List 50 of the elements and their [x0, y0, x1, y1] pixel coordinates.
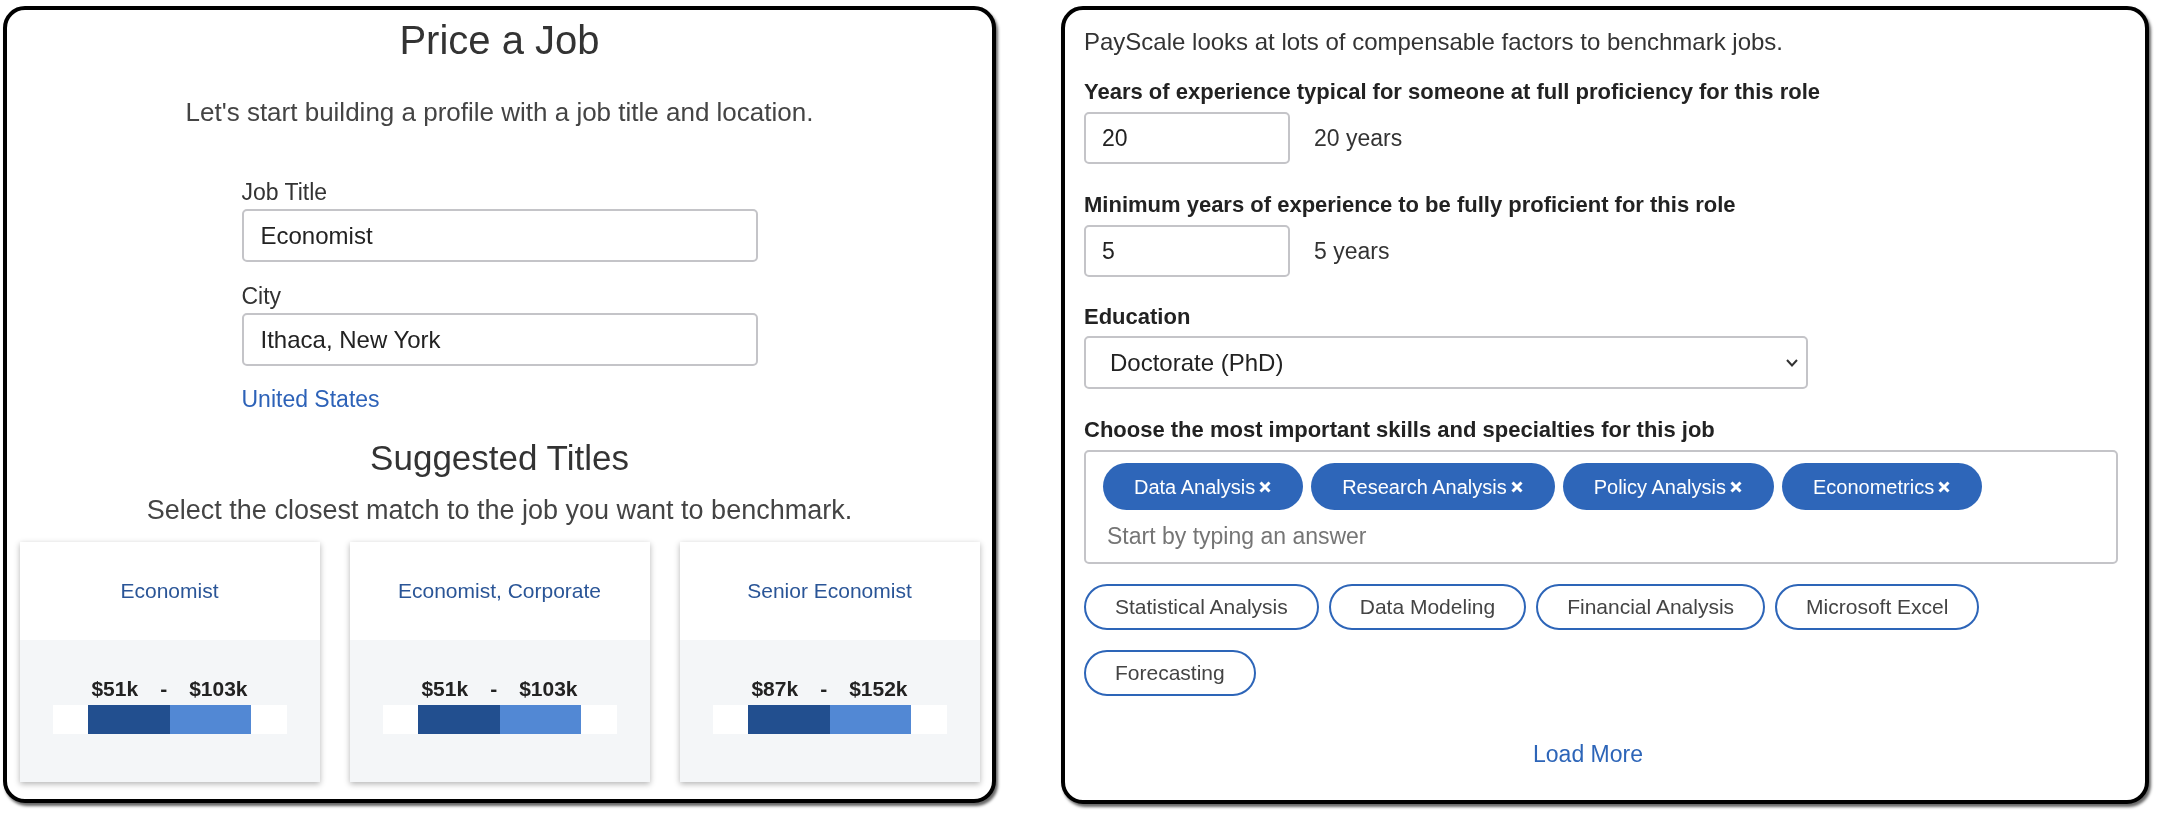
load-more-link[interactable]: Load More: [1533, 740, 1643, 768]
remove-icon[interactable]: [1259, 480, 1272, 493]
field-label: Years of experience typical for someone at full proficiency for this role: [1084, 79, 1821, 105]
number-input[interactable]: 20: [1084, 112, 1290, 164]
education-select[interactable]: Doctorate (PhD): [1084, 336, 1808, 389]
remove-icon[interactable]: [1730, 480, 1742, 493]
number-input[interactable]: 5: [1084, 225, 1290, 277]
intro-text: PayScale looks at lots of compensable factors to benchmark jobs.: [1084, 28, 1785, 56]
selected-skill-tag[interactable]: Research Analysis: [1311, 463, 1555, 510]
field-label: Education: [1084, 304, 1192, 330]
field-label: City: [241, 282, 283, 310]
remove-icon[interactable]: [1938, 480, 1951, 493]
selected-skill-tag[interactable]: Econometrics: [1782, 463, 1983, 510]
skills-input-field[interactable]: Data Analysis Research Analysis Policy Analysis Econometrics Start by typing an answer: [1084, 450, 2118, 564]
range-dash: -: [160, 676, 168, 702]
salary-low-text: $87k: [751, 676, 799, 702]
skill-suggestion-button[interactable]: Statistical Analysis: [1084, 584, 1319, 630]
text-input[interactable]: Economist: [241, 209, 758, 262]
salary-high-text: $103k: [519, 676, 578, 702]
field-label: Choose the most important skills and specialties for this job: [1084, 417, 1716, 443]
range-dash: -: [490, 676, 498, 702]
country-link[interactable]: United States: [241, 385, 380, 413]
salary-low-text: $51k: [421, 676, 469, 702]
selected-skill-tag[interactable]: Policy Analysis: [1562, 463, 1774, 510]
job-title-text: Senior Economist: [747, 578, 912, 604]
suggested-title-card[interactable]: Economist, Corporate $51k - $103k: [349, 542, 650, 782]
chevron-down-icon: [1786, 358, 1798, 367]
job-title-text: Economist: [120, 578, 219, 604]
suggested-title-card[interactable]: Senior Economist $87k - $152k: [679, 542, 980, 782]
section-heading: Suggested Titles: [370, 437, 629, 479]
salary-low-text: $51k: [91, 676, 139, 702]
selected-skill-tag[interactable]: Data Analysis: [1103, 463, 1304, 510]
skill-suggestion-button[interactable]: Microsoft Excel: [1775, 584, 1980, 630]
job-title-text: Economist, Corporate: [397, 578, 602, 604]
salary-high-text: $152k: [849, 676, 908, 702]
field-label: Minimum years of experience to be fully proficient for this role: [1084, 192, 1737, 218]
suggested-title-card[interactable]: Economist $51k - $103k: [19, 542, 320, 782]
salary-high-text: $103k: [189, 676, 248, 702]
instruction-text: Select the closest match to the job you want to benchmark.: [146, 494, 853, 526]
years-text: 20 years: [1314, 124, 1403, 152]
skill-suggestion-button[interactable]: Data Modeling: [1328, 584, 1527, 630]
range-dash: -: [820, 676, 828, 702]
intro-text: Let's start building a profile with a job title and location.: [185, 96, 814, 128]
remove-icon[interactable]: [1510, 480, 1523, 493]
text-input[interactable]: Ithaca, New York: [241, 313, 758, 366]
field-label: Job Title: [241, 178, 329, 206]
skill-suggestion-button[interactable]: Forecasting: [1084, 650, 1256, 696]
years-text: 5 years: [1314, 237, 1390, 265]
page-title: Price a Job: [399, 17, 600, 64]
skill-suggestion-button[interactable]: Financial Analysis: [1536, 584, 1766, 630]
